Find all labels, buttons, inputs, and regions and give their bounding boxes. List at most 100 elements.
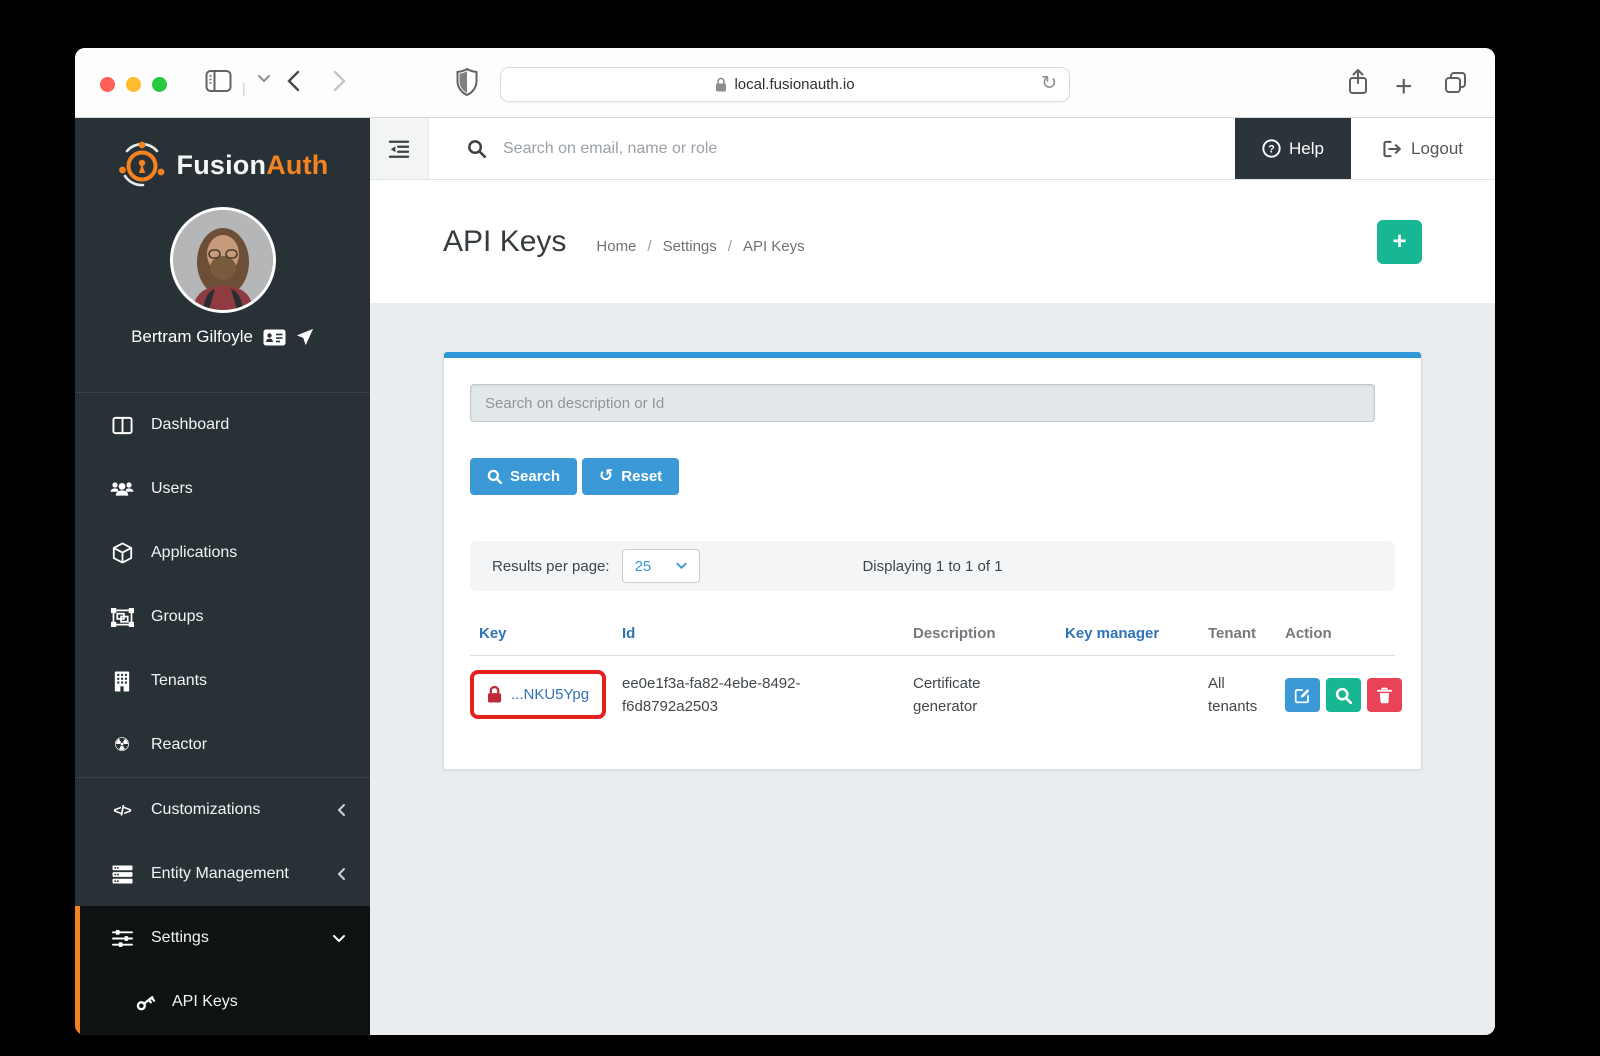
sidebar-item-customizations[interactable]: </> Customizations <box>75 778 370 842</box>
description-cell: Certificate generator <box>913 672 1021 719</box>
server-icon <box>108 865 136 884</box>
api-key-link[interactable]: ...NKU5Ypg <box>511 683 589 706</box>
forward-button[interactable] <box>333 70 346 92</box>
avatar <box>170 207 276 313</box>
table-header-row: Key Id Description Key manager Tenant Ac… <box>470 625 1395 656</box>
action-cell <box>1285 678 1402 719</box>
breadcrumb: Home / Settings / API Keys <box>596 238 804 255</box>
view-button[interactable] <box>1326 678 1361 712</box>
sidebar-item-label: Entity Management <box>151 865 337 883</box>
undo-icon: ↺ <box>599 468 613 485</box>
new-tab-icon[interactable]: + <box>1395 70 1413 104</box>
sidebar-item-groups[interactable]: Groups <box>75 585 370 649</box>
sidebar-item-dashboard[interactable]: Dashboard <box>75 393 370 457</box>
sidebar-item-api-keys[interactable]: API Keys <box>80 970 370 1034</box>
sidebar-item-settings[interactable]: Settings <box>80 906 370 970</box>
table-row: ...NKU5Ypg ee0e1f3a-fa82-4ebe-8492-f6d87… <box>470 656 1395 743</box>
column-header-tenant: Tenant <box>1208 625 1285 642</box>
https-lock-icon <box>715 77 727 92</box>
sidebar-item-label: API Keys <box>172 993 238 1011</box>
logout-label: Logout <box>1411 139 1463 159</box>
zoom-window-button[interactable] <box>152 77 167 92</box>
id-card-icon[interactable] <box>263 329 286 346</box>
topbar: ? Help Logout <box>370 118 1495 180</box>
sidebar-item-reactor[interactable]: ☢ Reactor <box>75 713 370 777</box>
reset-button[interactable]: ↺ Reset <box>582 458 679 495</box>
chevron-down-icon <box>332 934 346 943</box>
add-api-key-button[interactable]: + <box>1377 220 1422 264</box>
page-header: API Keys Home / Settings / API Keys + <box>370 180 1495 303</box>
sidebar-groups: </> Customizations Entity Management <box>75 777 370 906</box>
chevron-down-icon <box>676 562 687 570</box>
results-per-page-select[interactable]: 25 <box>622 549 700 583</box>
id-cell: ee0e1f3a-fa82-4ebe-8492-f6d8792a2503 <box>622 672 857 719</box>
sidebar-settings-section: Settings <box>75 906 370 1035</box>
search-button-label: Search <box>510 468 560 485</box>
back-button[interactable] <box>287 70 300 92</box>
column-header-id[interactable]: Id <box>622 625 913 642</box>
sidebar-toggle-icon[interactable] <box>205 69 232 93</box>
url-text: local.fusionauth.io <box>734 76 854 93</box>
privacy-shield-icon[interactable] <box>456 68 478 96</box>
breadcrumb-home[interactable]: Home <box>596 238 636 255</box>
sidebar-item-label: Tenants <box>151 672 207 690</box>
page-title: API Keys <box>443 225 566 259</box>
edit-icon <box>1294 687 1311 704</box>
tenant-cell: All tenants <box>1208 672 1264 719</box>
search-icon <box>467 139 486 158</box>
trash-icon <box>1377 687 1392 704</box>
help-button[interactable]: ? Help <box>1235 118 1351 179</box>
description-search-input[interactable] <box>470 384 1375 422</box>
sidebar-item-label: Customizations <box>151 801 337 819</box>
outdent-icon <box>388 139 410 159</box>
sidebar-collapse-button[interactable] <box>370 118 429 179</box>
sliders-icon <box>108 929 136 948</box>
share-icon[interactable] <box>1346 68 1370 96</box>
sidebar-item-label: Groups <box>151 608 203 626</box>
sidebar-item-tenants[interactable]: Tenants <box>75 649 370 713</box>
search-icon <box>487 469 502 484</box>
column-header-key[interactable]: Key <box>479 625 622 642</box>
dashboard-icon <box>108 415 136 436</box>
reset-button-label: Reset <box>621 468 662 485</box>
key-cell: ...NKU5Ypg <box>479 672 622 719</box>
help-label: Help <box>1289 139 1324 159</box>
url-bar[interactable]: local.fusionauth.io ↻ <box>500 67 1070 102</box>
chrome-divider: | <box>242 80 246 96</box>
tab-chevron-down-icon[interactable] <box>257 74 271 83</box>
chevron-left-icon <box>337 867 346 881</box>
sidebar-item-applications[interactable]: Applications <box>75 521 370 585</box>
search-icon <box>1335 687 1352 704</box>
tab-overview-icon[interactable] <box>1443 70 1468 95</box>
sidebar: FusionAuth Bert <box>75 118 370 1035</box>
logout-button[interactable]: Logout <box>1351 118 1495 179</box>
minimize-window-button[interactable] <box>126 77 141 92</box>
sidebar-item-users[interactable]: Users <box>75 457 370 521</box>
sidebar-nav: Dashboard Users <box>75 393 370 777</box>
locale-send-icon[interactable] <box>296 328 314 346</box>
delete-button[interactable] <box>1367 678 1402 712</box>
fusionauth-logo-icon <box>117 140 167 190</box>
key-manager-cell <box>1065 672 1208 719</box>
browser-chrome: | local.fusionauth.io ↻ <box>75 48 1495 118</box>
global-search-input[interactable] <box>503 140 964 158</box>
search-button[interactable]: Search <box>470 458 577 495</box>
api-keys-panel: Search ↺ Reset Results per page: 25 <box>443 352 1422 770</box>
annotation-highlight-box: ...NKU5Ypg <box>470 670 606 719</box>
results-per-page-label: Results per page: <box>492 558 610 575</box>
breadcrumb-settings[interactable]: Settings <box>663 238 717 255</box>
svg-text:?: ? <box>1268 143 1275 155</box>
sidebar-item-entity-management[interactable]: Entity Management <box>75 842 370 906</box>
code-icon: </> <box>108 802 136 818</box>
reload-icon[interactable]: ↻ <box>1041 72 1057 94</box>
brand-fusion: Fusion <box>177 150 267 180</box>
edit-button[interactable] <box>1285 678 1320 712</box>
column-header-action: Action <box>1285 625 1386 642</box>
sidebar-item-label: Dashboard <box>151 416 229 434</box>
logout-icon <box>1383 140 1402 158</box>
sidebar-item-label: Users <box>151 480 193 498</box>
close-window-button[interactable] <box>100 77 115 92</box>
column-header-key-manager[interactable]: Key manager <box>1065 625 1208 642</box>
fusionauth-logo: FusionAuth <box>117 140 329 190</box>
user-name: Bertram Gilfoyle <box>131 327 253 347</box>
